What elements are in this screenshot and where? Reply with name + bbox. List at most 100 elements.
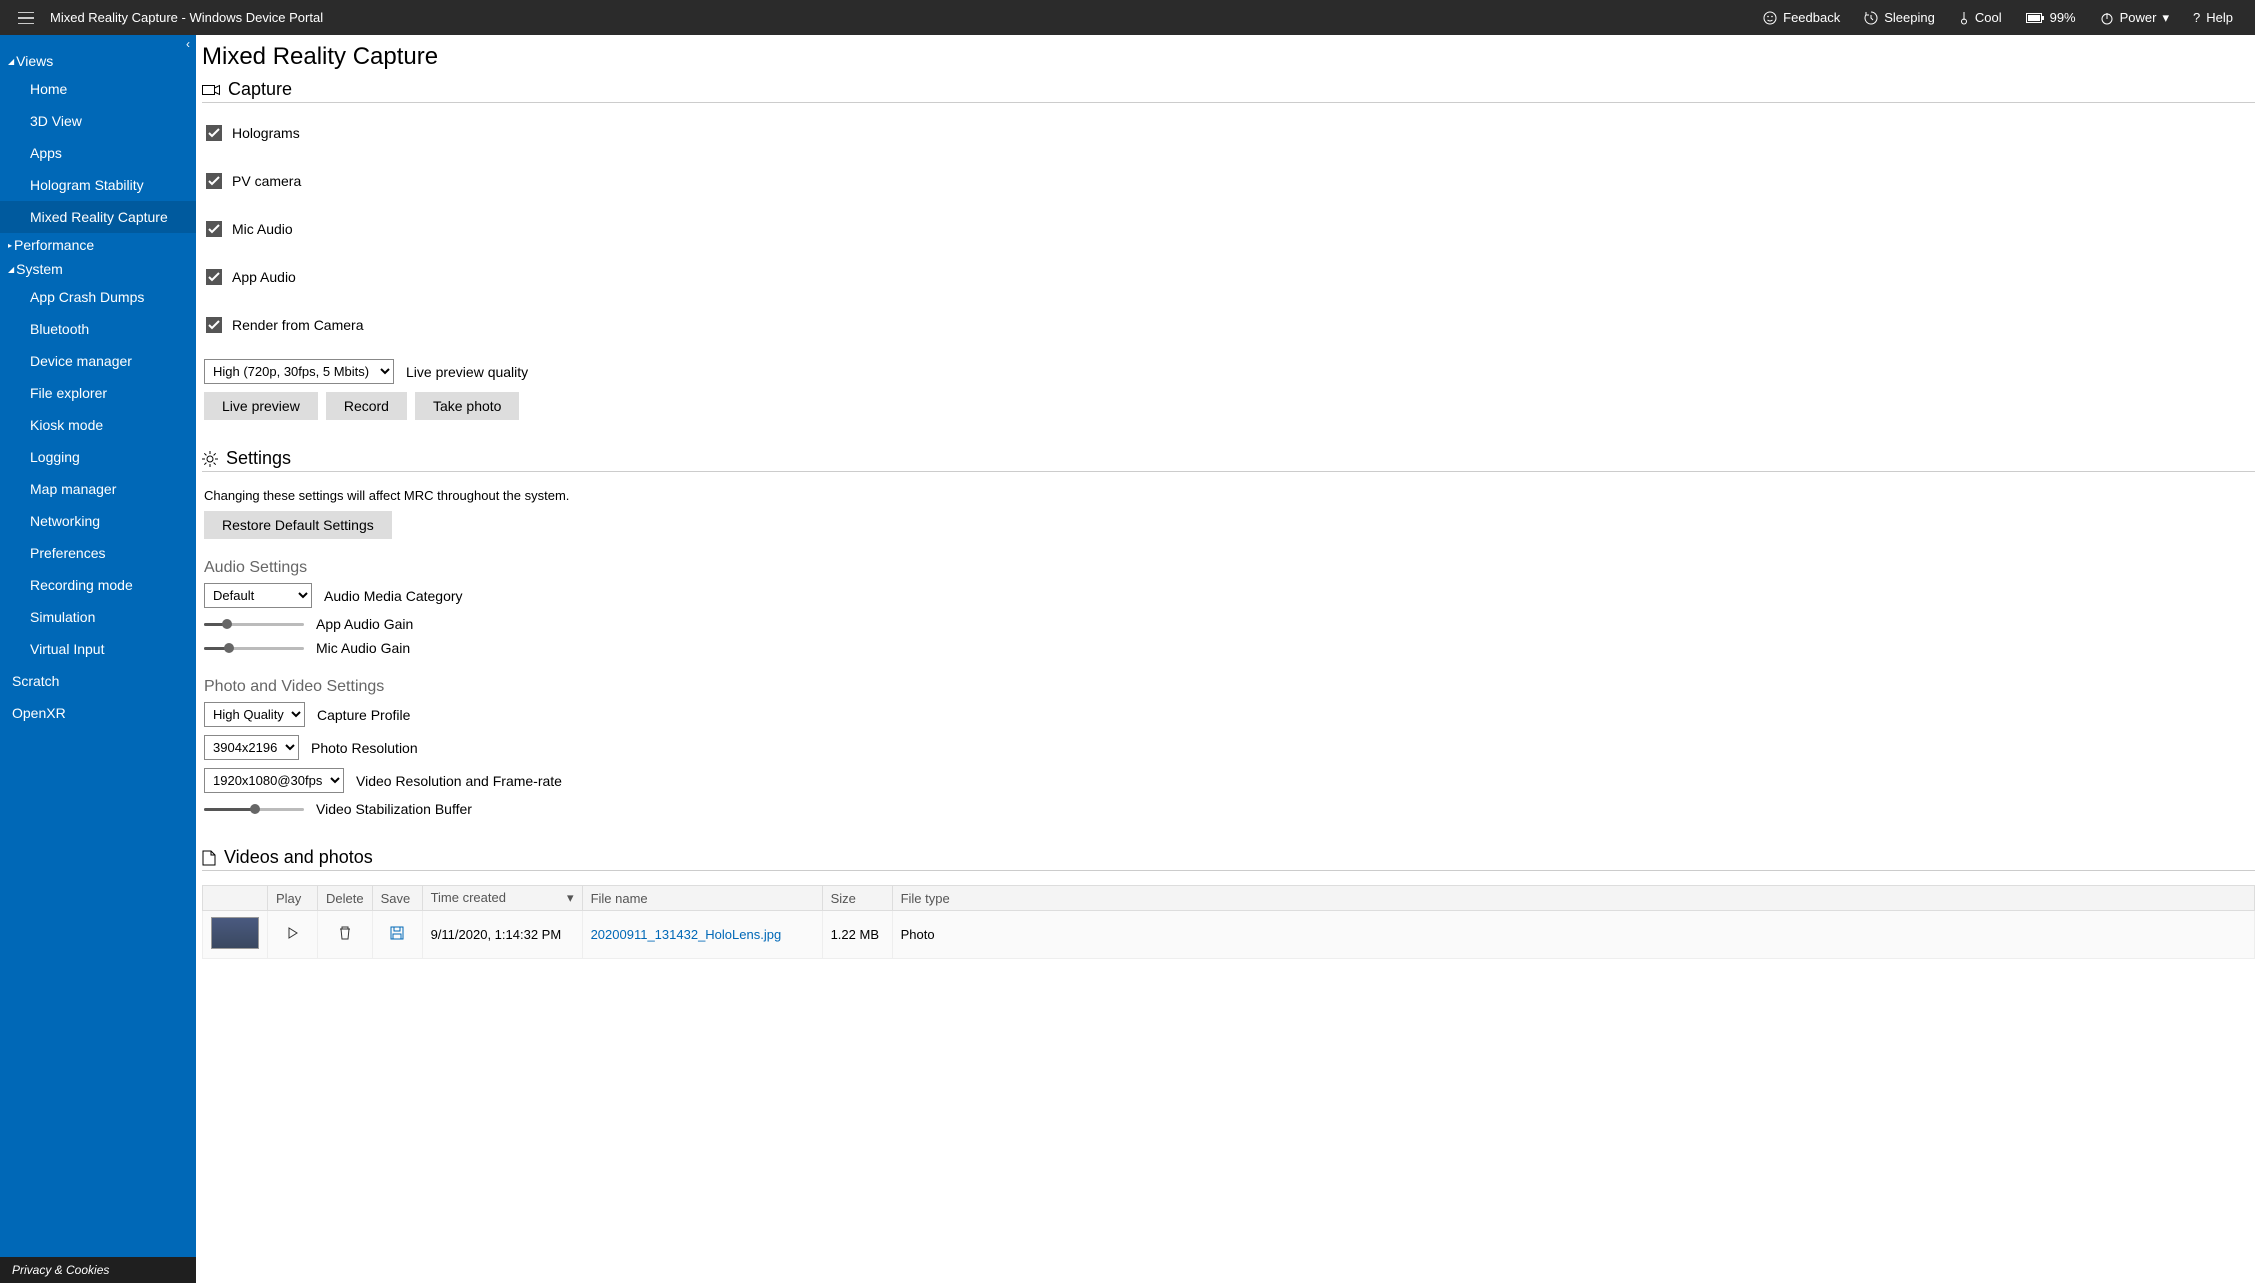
checkbox-holograms[interactable]: Holograms — [204, 117, 2255, 149]
nav-item-map-manager[interactable]: Map manager — [0, 473, 196, 505]
nav-item-simulation[interactable]: Simulation — [0, 601, 196, 633]
record-button[interactable]: Record — [326, 392, 407, 420]
file-type: Photo — [892, 911, 2254, 959]
nav-item-bluetooth[interactable]: Bluetooth — [0, 313, 196, 345]
col-save[interactable]: Save — [372, 886, 422, 911]
nav-item-openxr[interactable]: OpenXR — [0, 697, 196, 729]
sidebar: ‹ ◢ViewsHome3D ViewAppsHologram Stabilit… — [0, 35, 196, 1283]
checkbox-mic-audio[interactable]: Mic Audio — [204, 213, 2255, 245]
take-photo-button[interactable]: Take photo — [415, 392, 520, 420]
photo-resolution-label: Photo Resolution — [311, 740, 418, 756]
question-icon: ? — [2193, 10, 2200, 25]
expand-icon: ◢ — [8, 265, 14, 274]
nav-item-logging[interactable]: Logging — [0, 441, 196, 473]
history-icon — [1864, 11, 1878, 25]
content-area: Mixed Reality Capture Capture Holograms P… — [196, 35, 2255, 1283]
nav-item-virtual-input[interactable]: Virtual Input — [0, 633, 196, 665]
nav-item-app-crash-dumps[interactable]: App Crash Dumps — [0, 281, 196, 313]
live-preview-button[interactable]: Live preview — [204, 392, 318, 420]
video-resolution-select[interactable]: 1920x1080@30fps — [204, 768, 344, 793]
collapse-sidebar-icon[interactable]: ‹ — [186, 37, 190, 51]
mic-audio-gain-slider[interactable] — [204, 643, 304, 653]
audio-media-category-label: Audio Media Category — [324, 588, 463, 604]
nav-group-system[interactable]: ◢System — [0, 257, 196, 281]
photo-video-settings-heading: Photo and Video Settings — [202, 678, 2255, 696]
col-play[interactable]: Play — [268, 886, 318, 911]
page-title: Mixed Reality Capture — [202, 39, 2255, 79]
section-title-capture: Capture — [228, 79, 292, 100]
checkbox-icon — [206, 221, 222, 237]
nav-group-views[interactable]: ◢Views — [0, 49, 196, 73]
camcorder-icon — [202, 83, 220, 97]
nav-item-file-explorer[interactable]: File explorer — [0, 377, 196, 409]
play-icon[interactable] — [287, 927, 299, 939]
audio-settings-heading: Audio Settings — [202, 559, 2255, 577]
live-preview-quality-select[interactable]: High (720p, 30fps, 5 Mbits) — [204, 359, 394, 384]
expand-icon: ◢ — [8, 57, 14, 66]
col-thumb[interactable] — [203, 886, 268, 911]
document-icon — [202, 850, 216, 866]
checkbox-pv-camera[interactable]: PV camera — [204, 165, 2255, 197]
sleeping-status[interactable]: Sleeping — [1852, 10, 1947, 25]
col-time-created[interactable]: Time created ▾ — [422, 886, 582, 911]
photo-resolution-select[interactable]: 3904x2196 — [204, 735, 299, 760]
top-bar: Mixed Reality Capture - Windows Device P… — [0, 0, 2255, 35]
checkbox-app-audio[interactable]: App Audio — [204, 261, 2255, 293]
chevron-down-icon: ▾ — [2162, 10, 2169, 26]
checkbox-icon — [206, 269, 222, 285]
nav-group-performance[interactable]: ▸Performance — [0, 233, 196, 257]
nav-item-scratch[interactable]: Scratch — [0, 665, 196, 697]
live-preview-quality-label: Live preview quality — [406, 364, 528, 380]
video-stabilization-label: Video Stabilization Buffer — [316, 801, 472, 817]
checkbox-icon — [206, 317, 222, 333]
app-audio-gain-slider[interactable] — [204, 619, 304, 629]
expand-icon: ▸ — [8, 241, 12, 250]
checkbox-icon — [206, 125, 222, 141]
nav-item-hologram-stability[interactable]: Hologram Stability — [0, 169, 196, 201]
thumbnail — [211, 917, 259, 949]
checkbox-icon — [206, 173, 222, 189]
audio-media-category-select[interactable]: Default — [204, 583, 312, 608]
col-file-type[interactable]: File type — [892, 886, 2254, 911]
nav-item-preferences[interactable]: Preferences — [0, 537, 196, 569]
mic-audio-gain-label: Mic Audio Gain — [316, 640, 410, 656]
capture-profile-label: Capture Profile — [317, 707, 410, 723]
settings-note: Changing these settings will affect MRC … — [202, 486, 2255, 511]
feedback-button[interactable]: Feedback — [1751, 10, 1852, 25]
delete-icon[interactable] — [339, 926, 351, 940]
nav-item-device-manager[interactable]: Device manager — [0, 345, 196, 377]
nav-item-home[interactable]: Home — [0, 73, 196, 105]
help-button[interactable]: ? Help — [2181, 10, 2245, 25]
battery-status[interactable]: 99% — [2014, 10, 2088, 25]
media-table: PlayDeleteSaveTime created ▾File nameSiz… — [202, 885, 2255, 959]
thermal-status[interactable]: Cool — [1947, 10, 2014, 25]
restore-defaults-button[interactable]: Restore Default Settings — [204, 511, 392, 539]
app-title: Mixed Reality Capture - Windows Device P… — [50, 10, 323, 25]
nav-item-networking[interactable]: Networking — [0, 505, 196, 537]
hamburger-menu-icon[interactable] — [10, 12, 42, 24]
col-file-name[interactable]: File name — [582, 886, 822, 911]
gear-icon — [202, 451, 218, 467]
file-link[interactable]: 20200911_131432_HoloLens.jpg — [591, 927, 782, 942]
col-size[interactable]: Size — [822, 886, 892, 911]
power-menu[interactable]: Power ▾ — [2088, 10, 2181, 26]
checkbox-render-from-camera[interactable]: Render from Camera — [204, 309, 2255, 341]
app-audio-gain-label: App Audio Gain — [316, 616, 413, 632]
nav-item-mixed-reality-capture[interactable]: Mixed Reality Capture — [0, 201, 196, 233]
nav-item-recording-mode[interactable]: Recording mode — [0, 569, 196, 601]
col-delete[interactable]: Delete — [318, 886, 373, 911]
video-stabilization-slider[interactable] — [204, 804, 304, 814]
save-icon[interactable] — [390, 926, 404, 940]
power-icon — [2100, 11, 2114, 25]
battery-icon — [2026, 13, 2044, 23]
privacy-link[interactable]: Privacy & Cookies — [0, 1257, 196, 1283]
nav-item-kiosk-mode[interactable]: Kiosk mode — [0, 409, 196, 441]
media-row: 9/11/2020, 1:14:32 PM20200911_131432_Hol… — [203, 911, 2255, 959]
smiley-icon — [1763, 11, 1777, 25]
capture-profile-select[interactable]: High Quality — [204, 702, 305, 727]
section-title-media: Videos and photos — [224, 847, 373, 868]
section-title-settings: Settings — [226, 448, 291, 469]
file-size: 1.22 MB — [822, 911, 892, 959]
nav-item-apps[interactable]: Apps — [0, 137, 196, 169]
nav-item-3d-view[interactable]: 3D View — [0, 105, 196, 137]
